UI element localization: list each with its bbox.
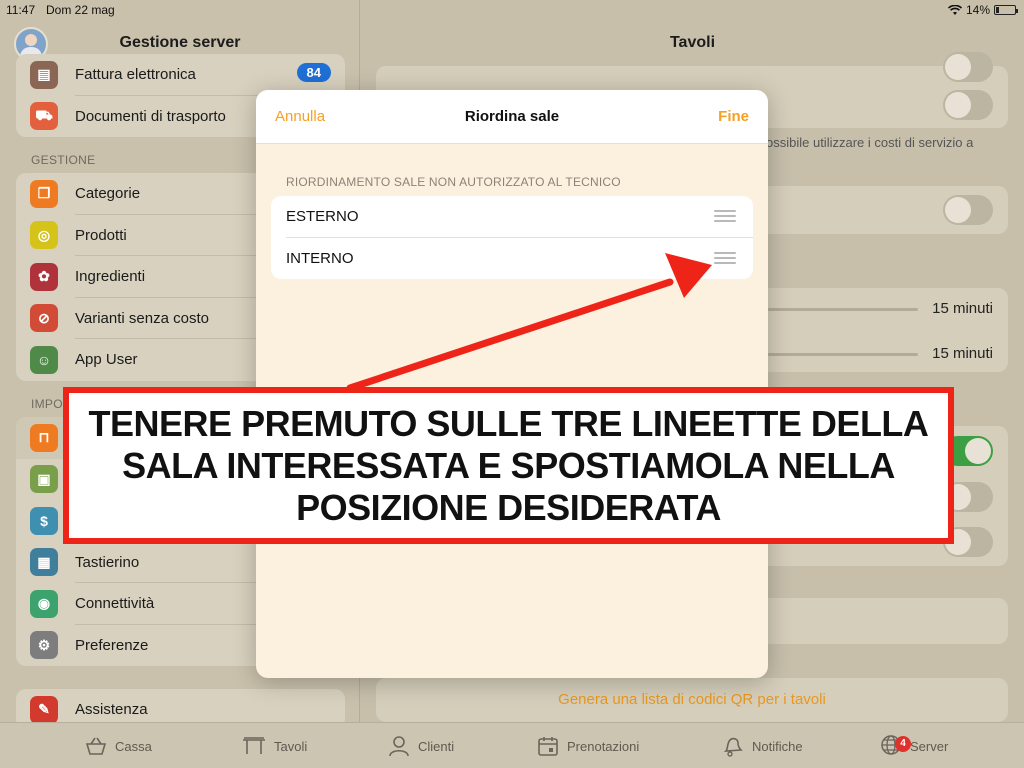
tab-label: Server — [910, 738, 949, 754]
reorder-rooms-modal: Annulla Riordina sale Fine RIORDINAMENTO… — [256, 90, 768, 678]
tab-server[interactable]: 4 Server — [880, 723, 948, 768]
modal-title: Riordina sale — [464, 108, 560, 125]
tab-clienti[interactable]: Clienti — [388, 723, 454, 768]
basket-icon — [85, 737, 107, 755]
battery-percent: 14% — [965, 3, 990, 17]
register-icon: ▣ — [30, 465, 58, 494]
tab-prenotazioni[interactable]: Prenotazioni — [537, 723, 639, 768]
drag-handle-icon[interactable] — [714, 210, 736, 222]
table-icon — [243, 737, 265, 754]
toggle-1[interactable] — [943, 52, 993, 82]
detail-title: Tavoli — [669, 34, 716, 51]
instruction-text: TENERE PREMUTO SULLE TRE LINEETTE DELLA … — [88, 402, 929, 528]
truck-icon: ⛟ — [30, 102, 58, 131]
sidebar-item-label: Ingredienti — [75, 268, 146, 286]
slider-1-value: 15 minuti — [932, 300, 993, 317]
tab-label: Clienti — [418, 738, 455, 754]
section-header-impostazioni: IMPO — [31, 397, 63, 411]
keypad-icon: ▦ — [30, 548, 58, 577]
list-item-room[interactable]: INTERNO — [271, 238, 753, 280]
tab-cassa[interactable]: Cassa — [85, 723, 152, 768]
sidebar-item-label: Categorie — [75, 185, 141, 203]
tab-label: Tavoli — [274, 738, 308, 754]
invoice-icon: ▤ — [30, 60, 58, 89]
slider-2-value: 15 minuti — [932, 345, 993, 362]
toggle-3[interactable] — [943, 195, 993, 225]
bell-icon — [723, 737, 743, 757]
sidebar-item-label: Varianti senza costo — [75, 309, 209, 327]
section-hint: RIORDINAMENTO SALE NON AUTORIZZATO AL TE… — [286, 175, 621, 189]
sidebar-item-label: Preferenze — [75, 636, 149, 654]
status-date: Dom 22 mag — [46, 3, 115, 17]
sidebar-item-label: Tastierino — [75, 553, 140, 571]
modal-header: Annulla Riordina sale Fine — [256, 90, 768, 144]
drag-handle-icon[interactable] — [714, 251, 736, 264]
categories-icon: ❐ — [30, 179, 58, 208]
payment-icon: $ — [30, 506, 58, 535]
table-icon: ⊓ — [30, 423, 58, 452]
tab-label: Notifiche — [752, 738, 803, 754]
sidebar-item-label: Connettività — [75, 595, 155, 613]
slider-2[interactable] — [768, 353, 918, 356]
sidebar-item-label: App User — [75, 351, 138, 369]
connectivity-icon: ◉ — [30, 589, 58, 618]
variants-icon: ⊘ — [30, 304, 58, 333]
app-user-icon: ☺ — [30, 345, 58, 374]
tab-label: Prenotazioni — [567, 738, 640, 754]
status-bar: 11:47 Dom 22 mag 14% — [0, 0, 1024, 20]
done-button[interactable]: Fine — [718, 108, 749, 125]
tab-label: Cassa — [115, 738, 152, 754]
sidebar-item-label: Documenti di trasporto — [75, 107, 226, 125]
qr-link-card[interactable]: Genera una lista di codici QR per i tavo… — [376, 678, 1008, 722]
room-label: ESTERNO — [286, 208, 359, 226]
slider-1[interactable] — [768, 308, 918, 311]
tab-bar: Cassa Tavoli Clienti Prenotazioni Notifi… — [0, 722, 1024, 768]
room-label: INTERNO — [286, 249, 354, 267]
ingredients-icon: ✿ — [30, 262, 58, 291]
rooms-list: ESTERNO INTERNO — [271, 196, 753, 279]
calendar-icon — [538, 737, 558, 756]
notification-badge: 4 — [895, 735, 911, 752]
person-icon — [389, 736, 409, 757]
qr-link[interactable]: Genera una lista di codici QR per i tavo… — [558, 691, 826, 708]
status-time: 11:47 — [6, 3, 36, 17]
sidebar-item-label: Assistenza — [75, 701, 148, 719]
tab-tavoli[interactable]: Tavoli — [242, 723, 307, 768]
instruction-callout: TENERE PREMUTO SULLE TRE LINEETTE DELLA … — [63, 387, 954, 544]
products-icon: ◎ — [30, 221, 58, 250]
list-item-room[interactable]: ESTERNO — [271, 196, 753, 238]
sidebar-item-label: Fattura elettronica — [75, 66, 196, 84]
sidebar-item-label: Prodotti — [75, 226, 127, 244]
preferences-icon: ⚙ — [30, 631, 58, 660]
wifi-icon — [947, 4, 962, 15]
support-icon: ✎ — [30, 695, 58, 724]
count-badge: 84 — [296, 63, 331, 82]
sidebar-title: Gestione server — [119, 34, 241, 51]
tab-notifiche[interactable]: Notifiche — [722, 723, 803, 768]
section-header-gestione: GESTIONE — [31, 153, 96, 167]
toggle-2[interactable] — [943, 90, 993, 120]
globe-icon-wrap: 4 — [880, 734, 911, 759]
footer-note: ossibile utilizzare i costi di servizio … — [766, 135, 974, 150]
battery-icon — [994, 5, 1018, 15]
status-right: 14% — [947, 3, 1018, 17]
